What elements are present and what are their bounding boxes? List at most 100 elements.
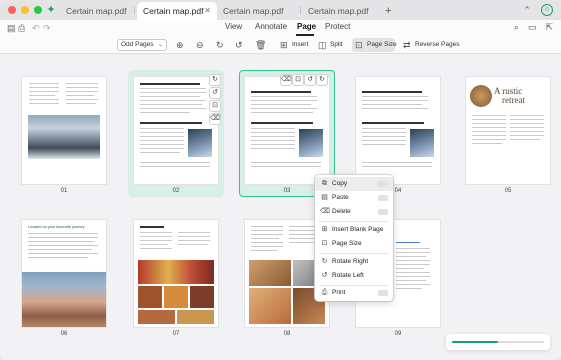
insert-page-icon: ⊞	[321, 226, 328, 233]
glacier-photo	[28, 115, 100, 159]
collapse-icon[interactable]: ⌃	[521, 4, 533, 16]
save-icon[interactable]: ▤	[7, 23, 16, 34]
rotate-right-icon[interactable]: ↻	[317, 75, 327, 85]
zoom-window-button[interactable]	[34, 6, 42, 14]
tab-bar: ✦ Certain map.pdf Certain map.pdf ✕ Certa…	[0, 0, 561, 20]
close-window-button[interactable]	[8, 6, 16, 14]
search-icon[interactable]: ⌕	[514, 22, 519, 33]
comment-icon[interactable]: ▭	[528, 22, 537, 33]
page-filter-value: Odd Pages	[121, 41, 154, 48]
menu-annotate[interactable]: Annotate	[255, 22, 287, 31]
page-thumbnail-06[interactable]: Located on your favourite journey	[22, 220, 106, 327]
tab-separator	[300, 6, 301, 14]
rotate-right-icon: ↻	[321, 258, 328, 265]
insert-icon[interactable]: ⊞	[280, 39, 288, 51]
context-item-label: Page Size	[332, 240, 362, 247]
tab-2-active[interactable]: Certain map.pdf ✕	[137, 2, 217, 20]
context-paste[interactable]: ▤ Paste	[315, 191, 393, 205]
rotate-left-icon[interactable]: ↺	[305, 75, 315, 85]
page-thumbnail-02[interactable]	[134, 77, 218, 184]
context-item-label: Rotate Right	[332, 258, 369, 265]
trash-icon[interactable]: ⌫	[210, 114, 220, 124]
tab-4[interactable]: Certain map.pdf	[302, 2, 382, 20]
tab-1[interactable]: Certain map.pdf	[60, 2, 132, 20]
page-number: 06	[60, 331, 68, 337]
menu-bar: ▤ ⎙ ↶ ↷ View Annotate Page Protect ⌕ ▭ ⇱	[0, 20, 561, 36]
rotate-right-icon[interactable]: ↻	[210, 75, 220, 85]
food-photo	[138, 310, 175, 324]
shortcut-hint	[378, 181, 388, 187]
page-context-menu: ⧉ Copy ▤ Paste ⌫ Delete ⊞ Insert Blank P…	[315, 175, 393, 301]
rotate-left-icon: ↺	[321, 272, 328, 279]
delete-icon[interactable]: 🗑	[255, 39, 266, 51]
page-size-icon[interactable]: ⊡	[293, 75, 303, 85]
split-icon[interactable]: ◫	[318, 39, 327, 51]
trash-icon: ⌫	[320, 208, 330, 215]
page-thumbnail-07[interactable]	[134, 220, 218, 327]
print-icon[interactable]: ⎙	[18, 23, 25, 34]
page-06-heading: Located on your favourite journey	[28, 225, 85, 229]
tab-close-icon[interactable]: ✕	[204, 2, 211, 20]
context-page-size[interactable]: ⊡ Page Size	[315, 237, 393, 251]
menu-divider	[319, 221, 389, 222]
print-icon: ⎙	[321, 289, 328, 296]
food-photo	[164, 286, 188, 308]
trash-icon[interactable]: ⌫	[281, 75, 291, 85]
context-delete[interactable]: ⌫ Delete	[315, 205, 393, 219]
page-number: 09	[394, 331, 402, 337]
page-number: 03	[283, 188, 291, 194]
right-tools: ⌕ ▭ ⇱	[514, 22, 553, 33]
tab-label: Certain map.pdf	[143, 6, 204, 16]
context-rotate-left[interactable]: ↺ Rotate Left	[315, 269, 393, 283]
rotate-left-icon[interactable]: ↺	[235, 39, 243, 51]
page-grid: 01 ↻ ↺ ⊡ ⌫ 02 ⌫ ⊡ ↺ ↻ 03 04 A rustic ret…	[0, 55, 561, 360]
menu-page[interactable]: Page	[297, 22, 316, 31]
page-size-button[interactable]: Page Size	[367, 39, 397, 51]
rotate-right-icon[interactable]: ↻	[216, 39, 224, 51]
reverse-pages-button[interactable]: Reverse Pages	[415, 39, 459, 51]
tab-label: Certain map.pdf	[223, 6, 284, 16]
page-thumbnail-01[interactable]	[22, 77, 106, 184]
redo-icon[interactable]: ↷	[43, 23, 51, 34]
shortcut-hint	[378, 290, 388, 296]
context-insert-blank-page[interactable]: ⊞ Insert Blank Page	[315, 223, 393, 237]
page-size-icon[interactable]: ⊡	[210, 101, 220, 111]
rotate-left-icon[interactable]: ↺	[210, 88, 220, 98]
shortcut-hint	[378, 195, 388, 201]
page-number: 07	[172, 331, 180, 337]
zoom-in-icon[interactable]: ⊕	[176, 39, 184, 51]
context-item-label: Rotate Left	[332, 272, 364, 279]
context-item-label: Paste	[332, 194, 349, 201]
page-thumbnail-04[interactable]	[356, 77, 440, 184]
app-logo-icon: ✦	[46, 4, 56, 16]
undo-icon[interactable]: ↶	[32, 23, 40, 34]
avatar[interactable]: ☺	[541, 4, 553, 16]
split-button[interactable]: Split	[330, 39, 343, 51]
zoom-out-icon[interactable]: ⊖	[196, 39, 204, 51]
reverse-pages-icon[interactable]: ⇄	[403, 39, 411, 51]
tab-3[interactable]: Certain map.pdf	[217, 2, 299, 20]
context-rotate-right[interactable]: ↻ Rotate Right	[315, 255, 393, 269]
new-tab-plus-icon[interactable]: +	[385, 2, 391, 20]
insert-button[interactable]: Insert	[292, 39, 308, 51]
tablet-photo	[299, 129, 323, 157]
minimize-window-button[interactable]	[21, 6, 29, 14]
page-number: 05	[504, 188, 512, 194]
page-toolbar: Odd Pages ⌄ ⊕ ⊖ ↻ ↺ 🗑 ⊞ Insert ◫ Split ⊡ …	[0, 36, 561, 54]
context-item-label: Delete	[332, 208, 351, 215]
festival-photo	[138, 260, 214, 284]
page-number: 01	[60, 188, 68, 194]
progress-fill	[452, 341, 498, 343]
context-print[interactable]: ⎙ Print	[315, 286, 393, 300]
share-icon[interactable]: ⇱	[545, 22, 553, 33]
menu-view[interactable]: View	[225, 22, 242, 31]
page-thumbnail-03[interactable]	[245, 77, 329, 184]
page-filter-select[interactable]: Odd Pages ⌄	[117, 39, 167, 51]
page-thumbnail-05[interactable]: A rustic retreat	[466, 77, 550, 184]
page-size-icon[interactable]: ⊡	[355, 39, 363, 51]
chevron-down-icon: ⌄	[157, 42, 163, 48]
menu-protect[interactable]: Protect	[325, 22, 350, 31]
food-photo	[470, 85, 492, 107]
menu-divider	[319, 253, 389, 254]
context-copy[interactable]: ⧉ Copy	[315, 177, 393, 191]
